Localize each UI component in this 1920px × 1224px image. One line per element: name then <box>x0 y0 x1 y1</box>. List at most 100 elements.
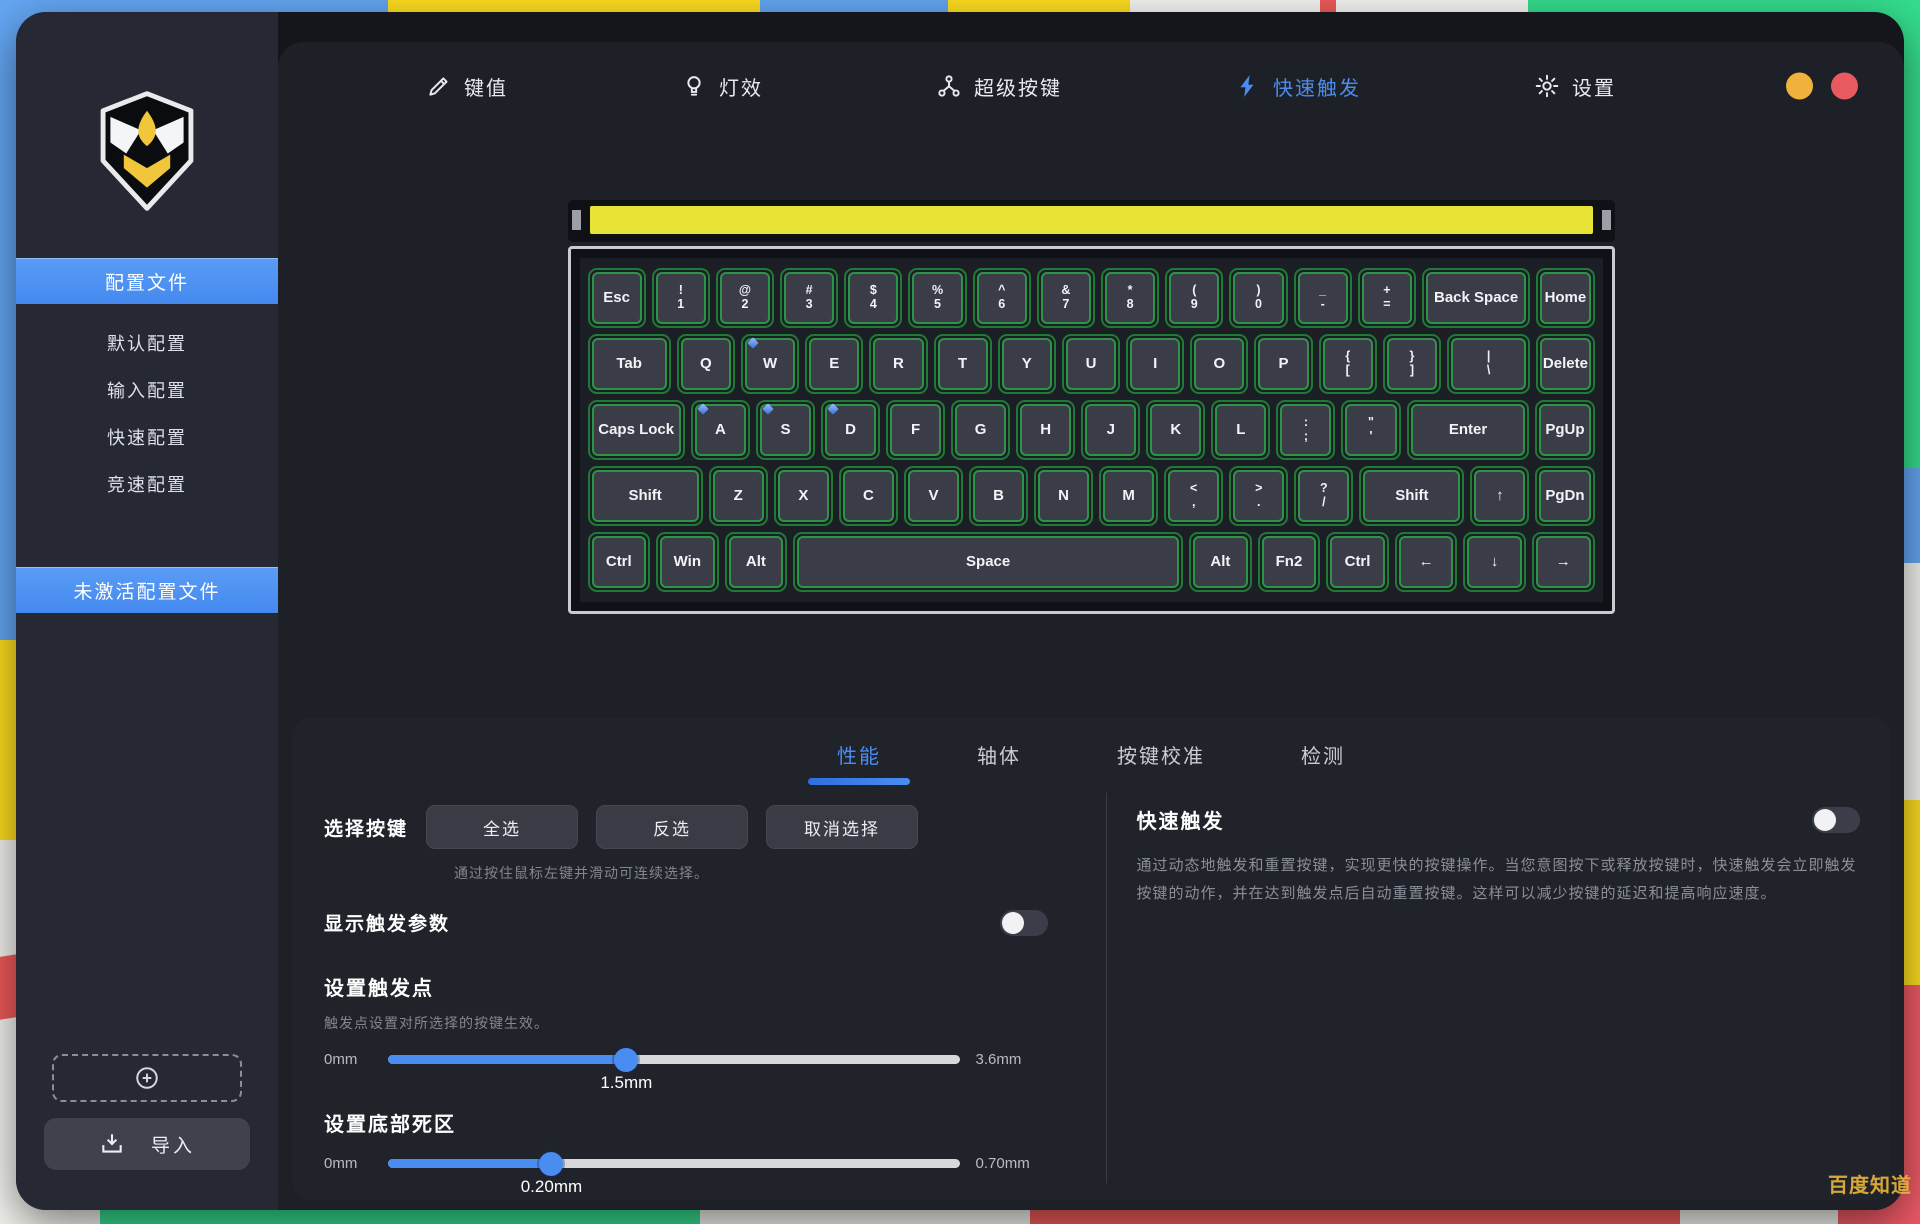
key-symbol[interactable]: {[ <box>1319 334 1377 394</box>
key-symbol[interactable]: ← <box>1395 532 1458 592</box>
select-button-1[interactable]: 反选 <box>596 805 748 849</box>
slider-track[interactable]: 1.5mm <box>388 1055 960 1064</box>
key-2[interactable]: @2 <box>716 268 774 328</box>
key-symbol[interactable]: ?/ <box>1294 466 1353 526</box>
key-symbol[interactable]: → <box>1532 532 1595 592</box>
key-f[interactable]: F <box>886 400 945 460</box>
key-1[interactable]: !1 <box>652 268 710 328</box>
tab-1[interactable]: 轴体 <box>977 740 1021 783</box>
key-k[interactable]: K <box>1146 400 1205 460</box>
key-9[interactable]: (9 <box>1165 268 1223 328</box>
key-l[interactable]: L <box>1211 400 1270 460</box>
key-symbol[interactable]: :; <box>1276 400 1335 460</box>
key-h[interactable]: H <box>1016 400 1075 460</box>
add-profile-button[interactable] <box>52 1054 242 1102</box>
slider-track[interactable]: 0.20mm <box>388 1159 960 1168</box>
key-alt[interactable]: Alt <box>1189 532 1252 592</box>
key-o[interactable]: O <box>1190 334 1248 394</box>
slider-value: 1.5mm <box>600 1073 652 1093</box>
key-ctrl[interactable]: Ctrl <box>588 532 651 592</box>
key-win[interactable]: Win <box>656 532 719 592</box>
key-j[interactable]: J <box>1081 400 1140 460</box>
key-p[interactable]: P <box>1254 334 1312 394</box>
key-s[interactable]: S <box>756 400 815 460</box>
key-w[interactable]: W <box>741 334 799 394</box>
key-v[interactable]: V <box>904 466 963 526</box>
key-symbol[interactable]: ↑ <box>1470 466 1529 526</box>
key-b[interactable]: B <box>969 466 1028 526</box>
key-ctrl[interactable]: Ctrl <box>1326 532 1389 592</box>
tab-2[interactable]: 按键校准 <box>1117 740 1205 783</box>
key-enter[interactable]: Enter <box>1407 400 1530 460</box>
nav-item-lightning[interactable]: 快速触发 <box>1235 72 1361 101</box>
tab-0[interactable]: 性能 <box>837 740 881 783</box>
nav-item-bulb[interactable]: 灯效 <box>681 72 763 101</box>
slider-thumb[interactable] <box>539 1152 563 1176</box>
key-0[interactable]: )0 <box>1229 268 1287 328</box>
key-pgdn[interactable]: PgDn <box>1535 466 1594 526</box>
key-shift[interactable]: Shift <box>1359 466 1464 526</box>
select-button-0[interactable]: 全选 <box>426 805 578 849</box>
key-r[interactable]: R <box>869 334 927 394</box>
key-symbol[interactable]: |\ <box>1447 334 1530 394</box>
key-symbol[interactable]: += <box>1358 268 1416 328</box>
profile-list: 默认配置输入配置快速配置竞速配置 <box>16 330 278 497</box>
key-alt[interactable]: Alt <box>725 532 788 592</box>
key-space[interactable]: Space <box>793 532 1183 592</box>
key-7[interactable]: &7 <box>1037 268 1095 328</box>
key-symbol[interactable]: >. <box>1229 466 1288 526</box>
rapid-trigger-toggle[interactable] <box>1812 807 1860 833</box>
key-tab[interactable]: Tab <box>588 334 671 394</box>
close-button[interactable] <box>1831 73 1858 100</box>
show-params-toggle[interactable] <box>1000 910 1048 936</box>
key-c[interactable]: C <box>839 466 898 526</box>
key-pgup[interactable]: PgUp <box>1535 400 1594 460</box>
key-u[interactable]: U <box>1062 334 1120 394</box>
slider-thumb[interactable] <box>614 1048 638 1072</box>
key-delete[interactable]: Delete <box>1536 334 1594 394</box>
key-symbol[interactable]: "' <box>1341 400 1400 460</box>
tab-3[interactable]: 检测 <box>1301 740 1345 783</box>
key-4[interactable]: $4 <box>844 268 902 328</box>
key-i[interactable]: I <box>1126 334 1184 394</box>
sidebar-profile-2[interactable]: 快速配置 <box>16 424 278 450</box>
key-t[interactable]: T <box>934 334 992 394</box>
key-back-space[interactable]: Back Space <box>1422 268 1530 328</box>
key-home[interactable]: Home <box>1536 268 1594 328</box>
key-symbol[interactable]: _- <box>1294 268 1352 328</box>
key-fn2[interactable]: Fn2 <box>1258 532 1321 592</box>
sidebar-profile-0[interactable]: 默认配置 <box>16 330 278 356</box>
key-symbol[interactable]: <, <box>1164 466 1223 526</box>
key-q[interactable]: Q <box>677 334 735 394</box>
key-esc[interactable]: Esc <box>588 268 646 328</box>
key-symbol[interactable]: ↓ <box>1463 532 1526 592</box>
key-m[interactable]: M <box>1099 466 1158 526</box>
key-g[interactable]: G <box>951 400 1010 460</box>
select-button-2[interactable]: 取消选择 <box>766 805 918 849</box>
profile-header[interactable]: 配置文件 <box>16 258 278 304</box>
nav-item-super-key[interactable]: 超级按键 <box>936 72 1062 101</box>
key-x[interactable]: X <box>774 466 833 526</box>
import-button[interactable]: 导入 <box>44 1118 250 1170</box>
key-shift[interactable]: Shift <box>588 466 703 526</box>
sidebar-profile-3[interactable]: 竞速配置 <box>16 471 278 497</box>
key-6[interactable]: ^6 <box>973 268 1031 328</box>
key-3[interactable]: #3 <box>780 268 838 328</box>
nav-item-pen[interactable]: 键值 <box>426 72 508 101</box>
keycap-face: Tab <box>592 338 667 390</box>
nav-item-gear[interactable]: 设置 <box>1534 72 1616 101</box>
key-5[interactable]: %5 <box>908 268 966 328</box>
key-caps-lock[interactable]: Caps Lock <box>588 400 685 460</box>
key-symbol[interactable]: }] <box>1383 334 1441 394</box>
key-8[interactable]: *8 <box>1101 268 1159 328</box>
key-z[interactable]: Z <box>709 466 768 526</box>
minimize-button[interactable] <box>1786 73 1813 100</box>
inactive-profile-banner[interactable]: 未激活配置文件 <box>16 567 278 613</box>
key-n[interactable]: N <box>1034 466 1093 526</box>
key-a[interactable]: A <box>691 400 750 460</box>
sidebar-profile-1[interactable]: 输入配置 <box>16 377 278 403</box>
key-d[interactable]: D <box>821 400 880 460</box>
keycap-face: ?/ <box>1298 470 1349 522</box>
key-e[interactable]: E <box>805 334 863 394</box>
key-y[interactable]: Y <box>998 334 1056 394</box>
